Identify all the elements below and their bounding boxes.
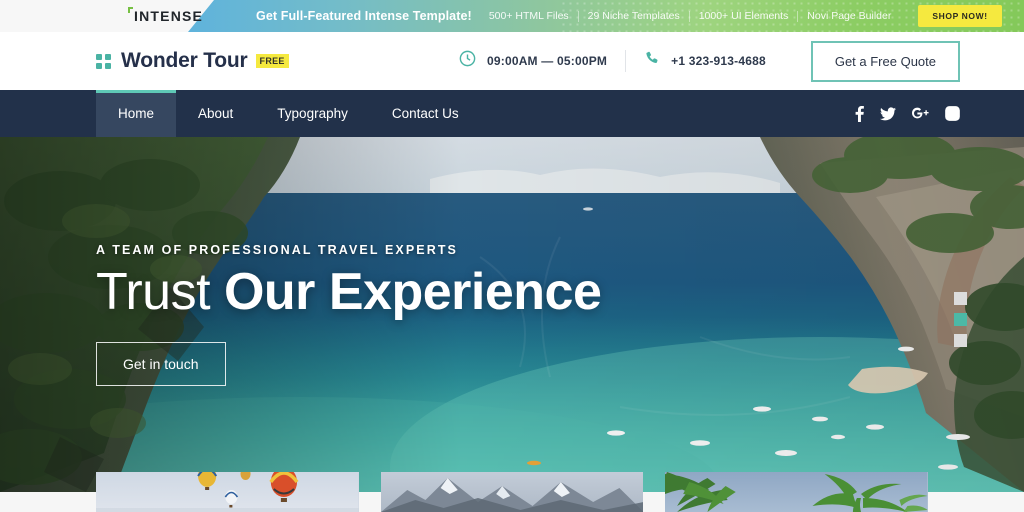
header-contact-info: 09:00AM — 05:00PM +1 323-913-4688 xyxy=(440,49,784,73)
social-links xyxy=(855,90,960,137)
promo-feature: 500+ HTML Files xyxy=(488,10,569,22)
promo-feature-list: 500+ HTML Files 29 Niche Templates 1000+… xyxy=(480,10,901,22)
intense-logo[interactable]: INTENSE xyxy=(128,0,203,32)
nav-item-home[interactable]: Home xyxy=(96,90,177,137)
hero-title-light: Trust xyxy=(96,263,224,321)
working-hours: 09:00AM — 05:00PM xyxy=(440,49,625,73)
gallery-card-palm-trees[interactable] xyxy=(665,472,929,512)
brand-logo[interactable]: Wonder Tour FREE xyxy=(96,49,289,73)
slider-dot-2[interactable] xyxy=(954,313,967,326)
get-free-quote-button[interactable]: Get a Free Quote xyxy=(810,40,960,82)
brand-name: Wonder Tour xyxy=(121,49,248,72)
promo-feature: Novi Page Builder xyxy=(807,10,892,22)
nav-item-contact-us[interactable]: Contact Us xyxy=(370,90,481,137)
hero-title-bold: Our Experience xyxy=(223,263,602,321)
working-hours-text: 09:00AM — 05:00PM xyxy=(487,54,608,68)
promo-banner: INTENSE Get Full-Featured Intense Templa… xyxy=(0,0,1024,32)
hero-copy: A TEAM OF PROFESSIONAL TRAVEL EXPERTS Tr… xyxy=(96,243,602,386)
hero-subtitle: A TEAM OF PROFESSIONAL TRAVEL EXPERTS xyxy=(96,243,458,257)
nav-item-typography[interactable]: Typography xyxy=(255,90,370,137)
corner-mark-icon xyxy=(128,7,133,13)
hero-section: A TEAM OF PROFESSIONAL TRAVEL EXPERTS Tr… xyxy=(0,137,1024,492)
instagram-icon[interactable] xyxy=(945,106,960,121)
gallery-card-strip xyxy=(0,472,1024,512)
hero-title: Trust Our Experience xyxy=(96,263,602,321)
phone-icon xyxy=(644,50,661,72)
nav-item-list: Home About Typography Contact Us xyxy=(96,90,481,137)
nav-label: About xyxy=(198,106,234,121)
snowy-mountains-image xyxy=(380,472,644,512)
slider-dot-3[interactable] xyxy=(954,334,967,347)
nav-label: Contact Us xyxy=(391,106,459,121)
main-navigation: Home About Typography Contact Us xyxy=(0,90,1024,137)
twitter-icon[interactable] xyxy=(880,106,896,121)
promo-content: Get Full-Featured Intense Template! 500+… xyxy=(256,0,1024,32)
palm-trees-image xyxy=(665,472,929,512)
brand-free-badge: FREE xyxy=(255,54,289,68)
gallery-card-snowy-mountains[interactable] xyxy=(380,472,644,512)
site-header: Wonder Tour FREE 09:00AM — 05:00PM +1 32… xyxy=(0,32,1024,90)
promo-feature: 29 Niche Templates xyxy=(587,10,680,22)
get-in-touch-button[interactable]: Get in touch xyxy=(96,341,226,386)
phone-contact[interactable]: +1 323-913-4688 xyxy=(626,50,784,72)
brand-dots-icon xyxy=(96,53,111,69)
slider-dot-1[interactable] xyxy=(954,292,967,305)
facebook-icon[interactable] xyxy=(855,105,864,122)
hero-slider-indicators xyxy=(954,292,967,347)
nav-label: Typography xyxy=(277,106,348,121)
phone-number: +1 323-913-4688 xyxy=(671,54,766,68)
google-plus-icon[interactable] xyxy=(912,107,929,120)
shop-now-button[interactable]: SHOP NOW! xyxy=(918,5,1002,27)
hot-air-balloons-image xyxy=(96,472,359,512)
promo-headline: Get Full-Featured Intense Template! xyxy=(256,9,472,23)
nav-item-about[interactable]: About xyxy=(176,90,255,137)
gallery-card-hot-air-balloons[interactable] xyxy=(96,472,359,512)
clock-icon xyxy=(458,49,477,73)
nav-label: Home xyxy=(118,106,155,121)
intense-logo-text: INTENSE xyxy=(134,8,204,24)
promo-feature: 1000+ UI Elements xyxy=(698,10,789,22)
